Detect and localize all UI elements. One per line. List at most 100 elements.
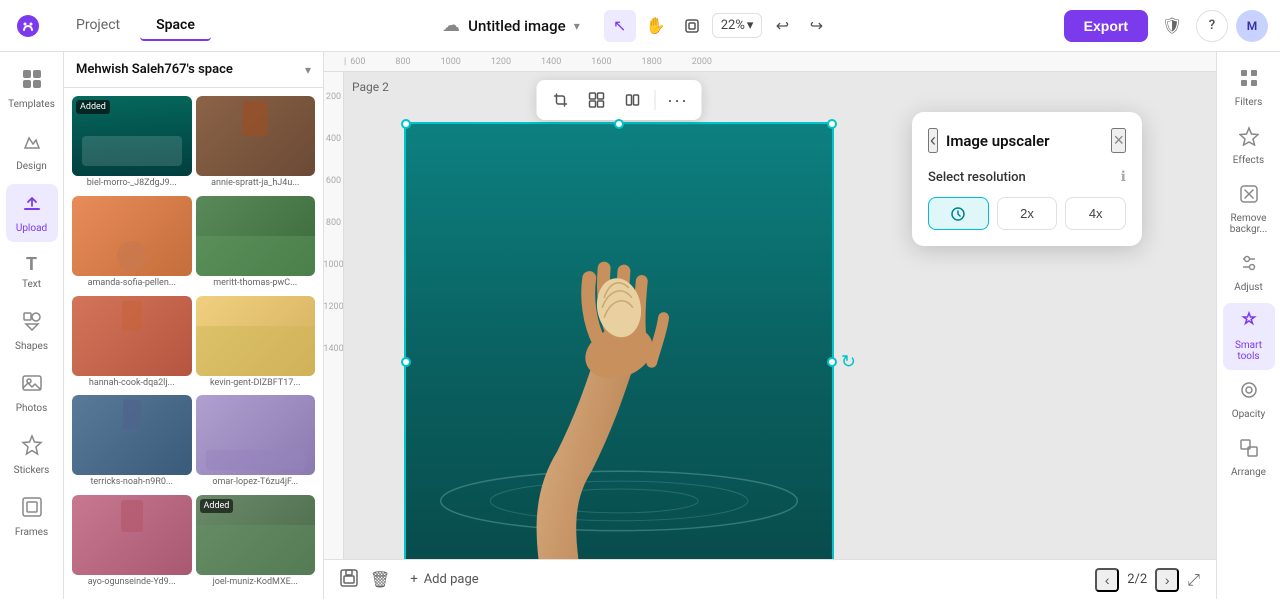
handle-middle-right[interactable] [827, 357, 837, 367]
photo-item-meritt-thomas[interactable]: meritt-thomas-pwC... [196, 196, 316, 292]
upscaler-close-button[interactable]: × [1111, 128, 1126, 153]
space-chevron-icon[interactable]: ▾ [305, 63, 311, 77]
photo-item-annie-spratt[interactable]: annie-spratt-ja_hJ4u... [196, 96, 316, 192]
photo-item-amanda-sofia[interactable]: amanda-sofia-pellen... [72, 196, 192, 292]
tab-space[interactable]: Space [140, 11, 211, 41]
sidebar-item-templates[interactable]: Templates [6, 60, 58, 118]
right-tool-filters[interactable]: Filters [1223, 60, 1275, 116]
handle-top-middle[interactable] [614, 119, 624, 129]
templates-icon [21, 68, 43, 95]
right-tool-effects[interactable]: Effects [1223, 118, 1275, 174]
save-page-icon[interactable] [340, 569, 358, 591]
photo-item-omar-lopez[interactable]: omar-lopez-T6zu4jF... [196, 395, 316, 491]
handle-top-left[interactable] [401, 119, 411, 129]
redo-button[interactable]: ↪ [800, 10, 832, 42]
photo-label: terricks-noah-n9R0... [72, 475, 192, 489]
added-badge: Added [200, 499, 234, 513]
photo-item-terricks-noah[interactable]: terricks-noah-n9R0... [72, 395, 192, 491]
upscaler-back-button[interactable]: ‹ [928, 128, 938, 153]
add-page-label: Add page [424, 572, 479, 587]
handle-middle-left[interactable] [401, 357, 411, 367]
rotate-handle[interactable]: ↻ [841, 352, 856, 373]
expand-icon[interactable]: ⤢ [1187, 570, 1200, 590]
sidebar-item-upload[interactable]: Upload [6, 184, 58, 242]
right-tool-remove-bg[interactable]: Remove backgr... [1223, 176, 1275, 243]
flip-button[interactable] [617, 84, 649, 116]
tab-project[interactable]: Project [60, 11, 136, 41]
templates-label: Templates [8, 99, 55, 110]
add-page-button[interactable]: + Add page [402, 568, 486, 591]
sidebar-item-shapes[interactable]: Shapes [6, 302, 58, 360]
sidebar-item-text[interactable]: T Text [6, 246, 58, 298]
right-tool-smart-tools[interactable]: Smart tools [1223, 303, 1275, 370]
next-page-button[interactable]: › [1155, 568, 1179, 592]
photo-item-joel-muniz[interactable]: Added joel-muniz-KodMXE... [196, 495, 316, 591]
photo-label: kevin-gent-DIZBFT17... [196, 376, 316, 390]
photo-label: meritt-thomas-pwC... [196, 276, 316, 290]
filters-label: Filters [1235, 97, 1263, 108]
right-tool-opacity[interactable]: Opacity [1223, 372, 1275, 428]
hand-tool-button[interactable]: ✋ [640, 10, 672, 42]
delete-icon[interactable]: 🗑 [370, 570, 390, 589]
photo-label: hannah-cook-dqa2lj... [72, 376, 192, 390]
export-button[interactable]: Export [1064, 10, 1148, 42]
space-header: Mehwish Saleh767's space ▾ [64, 52, 323, 88]
arrange-label: Arrange [1231, 467, 1266, 478]
res-4x-button[interactable]: 4x [1065, 197, 1126, 230]
undo-redo-group: ↩ ↪ [766, 10, 832, 42]
topbar-center: ☁ Untitled image ▾ ↖ ✋ 22% ▾ ↩ ↪ [219, 10, 1056, 42]
sidebar-item-design[interactable]: Design [6, 122, 58, 180]
avatar[interactable]: M [1236, 10, 1268, 42]
crop-button[interactable] [545, 84, 577, 116]
help-icon[interactable]: ? [1196, 10, 1228, 42]
adjust-label: Adjust [1234, 282, 1263, 293]
handle-top-right[interactable] [827, 119, 837, 129]
smart-crop-button[interactable] [581, 84, 613, 116]
more-options-button[interactable]: ··· [662, 84, 694, 116]
res-auto-button[interactable] [928, 197, 989, 230]
sidebar-item-stickers[interactable]: Stickers [6, 426, 58, 484]
ruler-left: 200 400 600 800 1000 1200 1400 [324, 72, 344, 599]
photo-label: biel-morro-_J8ZdgJ9... [72, 176, 192, 190]
resolution-options: 2x 4x [928, 197, 1126, 230]
right-sidebar: Filters Effects Remove backgr... [1216, 52, 1280, 599]
photos-grid: Added biel-morro-_J8ZdgJ9... annie-sprat… [64, 88, 323, 599]
photo-item-ayo[interactable]: ayo-ogunseinde-Yd9... [72, 495, 192, 591]
stickers-label: Stickers [14, 465, 50, 476]
photo-label: amanda-sofia-pellen... [72, 276, 192, 290]
topbar: Project Space ☁ Untitled image ▾ ↖ ✋ 22%… [0, 0, 1280, 52]
effects-label: Effects [1233, 155, 1264, 166]
resolution-info-icon: ℹ [1121, 169, 1126, 185]
photo-item-biel-morro[interactable]: Added biel-morro-_J8ZdgJ9... [72, 96, 192, 192]
upscaler-title-row: ‹ Image upscaler [928, 128, 1050, 153]
canvas-area: | 600 800 1000 1200 1400 1600 1800 2000 … [324, 52, 1216, 599]
photo-item-hannah-cook[interactable]: hannah-cook-dqa2lj... [72, 296, 192, 392]
opacity-icon [1239, 380, 1259, 405]
image-upscaler-panel: ‹ Image upscaler × Select resolution ℹ [912, 112, 1142, 246]
sidebar-item-photos[interactable]: Photos [6, 364, 58, 422]
adjust-icon [1239, 253, 1259, 278]
upload-icon [21, 192, 43, 219]
document-title[interactable]: Untitled image [468, 17, 566, 35]
right-tool-adjust[interactable]: Adjust [1223, 245, 1275, 301]
undo-button[interactable]: ↩ [766, 10, 798, 42]
select-tool-button[interactable]: ↖ [604, 10, 636, 42]
title-chevron-icon[interactable]: ▾ [574, 19, 580, 33]
image-container[interactable]: ··· [404, 122, 834, 559]
smart-tools-label: Smart tools [1227, 340, 1271, 362]
toolbar-separator [655, 90, 656, 110]
photo-label: ayo-ogunseinde-Yd9... [72, 575, 192, 589]
sidebar-item-frames[interactable]: Frames [6, 488, 58, 546]
design-icon [21, 130, 43, 157]
canva-logo[interactable] [12, 10, 44, 42]
zoom-control[interactable]: 22% ▾ [712, 13, 763, 38]
add-page-plus-icon: + [410, 572, 417, 587]
shield-icon[interactable]: 🛡 [1156, 10, 1188, 42]
arrange-icon [1239, 438, 1259, 463]
prev-page-button[interactable]: ‹ [1095, 568, 1119, 592]
right-tool-arrange[interactable]: Arrange [1223, 430, 1275, 486]
frame-tool-button[interactable] [676, 10, 708, 42]
res-2x-button[interactable]: 2x [997, 197, 1058, 230]
photo-item-kevin-gent[interactable]: kevin-gent-DIZBFT17... [196, 296, 316, 392]
stickers-icon [21, 434, 43, 461]
